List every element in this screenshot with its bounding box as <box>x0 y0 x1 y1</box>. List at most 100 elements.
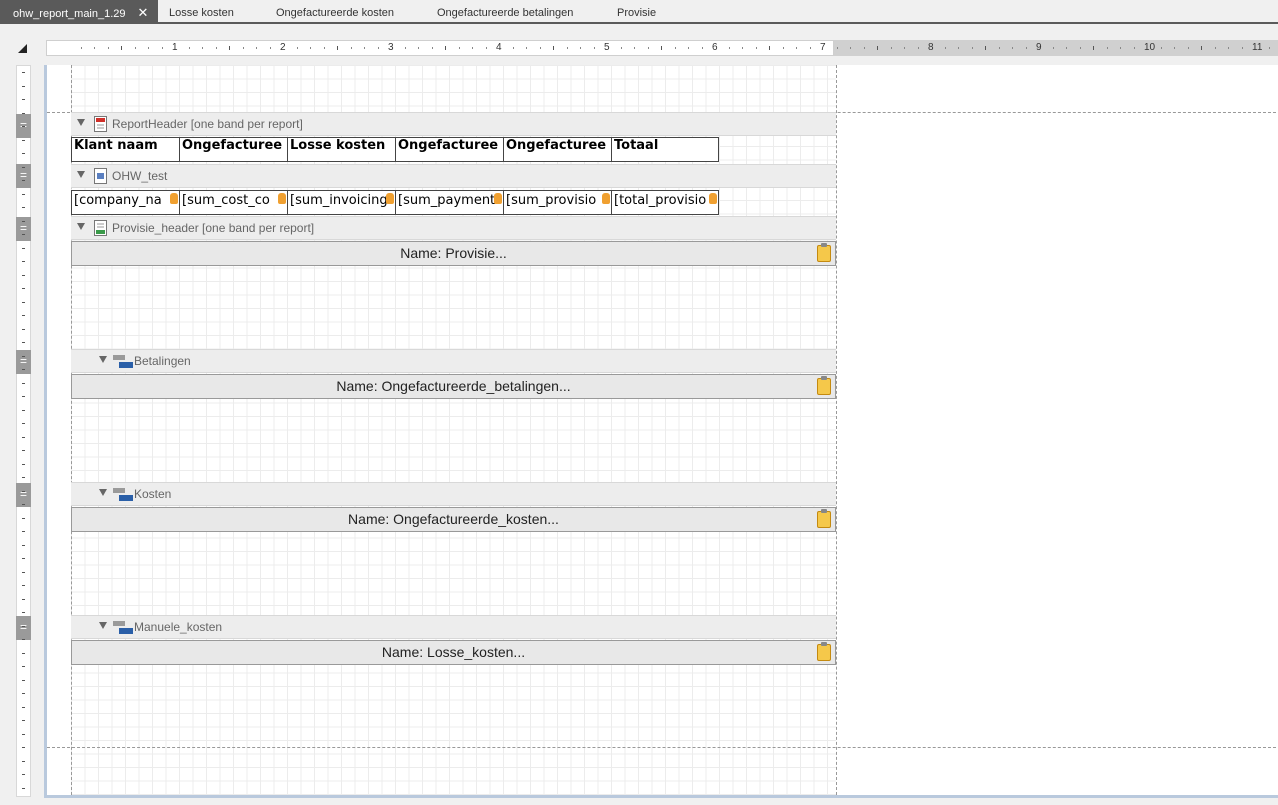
ruler-tick <box>593 47 595 49</box>
ruler-tick <box>22 126 25 127</box>
detail-report-band-icon <box>113 355 133 371</box>
ruler-tick <box>566 47 568 49</box>
tab-ongefactureerde-betalingen[interactable]: Ongefactureerde betalingen <box>437 0 573 22</box>
ruler-tick <box>809 47 811 49</box>
tab-provisie[interactable]: Provisie <box>617 0 656 22</box>
collapse-triangle-icon[interactable] <box>99 622 107 629</box>
ruler-tick <box>22 652 25 654</box>
ruler-tick <box>22 450 25 451</box>
subreport-betalingen[interactable]: Name: Ongefactureerde_betalingen... <box>71 374 836 399</box>
band-marker-betalingen[interactable]: = <box>16 350 31 374</box>
ruler-tick <box>904 47 905 49</box>
collapse-triangle-icon[interactable] <box>77 223 85 230</box>
clipboard-icon[interactable] <box>817 509 831 528</box>
ruler-tick <box>1201 46 1202 50</box>
ruler-tick <box>202 47 203 49</box>
clipboard-icon[interactable] <box>817 376 831 395</box>
band-report-header[interactable]: ReportHeader [one band per report] <box>71 112 836 136</box>
clipboard-icon[interactable] <box>817 642 831 661</box>
ruler-tick <box>1187 47 1189 49</box>
clipboard-icon[interactable] <box>817 243 831 262</box>
detail-report-band-icon <box>113 621 133 637</box>
close-icon[interactable]: ✕ <box>138 0 149 26</box>
band-kosten[interactable]: Kosten <box>71 482 836 506</box>
subreport-kosten[interactable]: Name: Ongefactureerde_kosten... <box>71 507 836 532</box>
ruler-tick <box>445 46 446 50</box>
band-label: ReportHeader [one band per report] <box>112 117 303 131</box>
ruler-tick <box>647 47 649 49</box>
tab-ongefactureerde-kosten[interactable]: Ongefactureerde kosten <box>276 0 394 22</box>
subreport-losse-kosten[interactable]: Name: Losse_kosten... <box>71 640 836 665</box>
data-field-cell[interactable]: [sum_payment <box>395 190 504 215</box>
ruler-tick <box>22 679 25 681</box>
band-marker-manuele-kosten[interactable]: = <box>16 616 31 640</box>
collapse-triangle-icon[interactable] <box>99 489 107 496</box>
ruler-tick <box>742 47 743 49</box>
header-cell[interactable]: Totaal <box>611 137 719 162</box>
ruler-tick <box>22 342 25 343</box>
ruler-tick <box>985 46 986 50</box>
header-cell[interactable]: Klant naam <box>71 137 180 162</box>
data-field-cell[interactable]: [total_provisio <box>611 190 719 215</box>
ruler-tick <box>485 47 487 49</box>
header-cell[interactable]: Losse kosten <box>287 137 396 162</box>
ruler-tick <box>22 733 25 735</box>
data-field-cell[interactable]: [company_na <box>71 190 180 215</box>
ruler-tick <box>1093 46 1094 50</box>
ruler-tick <box>161 47 163 49</box>
ruler-tick <box>22 301 25 303</box>
database-field-icon <box>494 193 502 204</box>
ruler-tick <box>22 693 25 694</box>
ruler-tick <box>1052 47 1054 49</box>
header-cell[interactable]: Ongefacturee <box>503 137 612 162</box>
ruler-number: 9 <box>1036 42 1042 53</box>
data-field-cell[interactable]: [sum_provisio <box>503 190 612 215</box>
ruler-tick <box>22 544 25 546</box>
ruler-tick <box>22 153 25 154</box>
field-text: [total_provisio <box>614 193 707 208</box>
header-cell[interactable]: Ongefacturee <box>395 137 504 162</box>
collapse-triangle-icon[interactable] <box>99 356 107 363</box>
ruler-tick <box>22 85 25 87</box>
band-manuele-kosten[interactable]: Manuele_kosten <box>71 615 836 639</box>
ruler-tick <box>22 288 25 289</box>
collapse-triangle-icon[interactable] <box>77 171 85 178</box>
ruler-tick <box>674 47 676 49</box>
ruler-tick <box>296 47 298 49</box>
ruler-tick <box>22 747 25 748</box>
band-provisie-header[interactable]: Provisie_header [one band per report] <box>71 216 836 240</box>
ruler-tick <box>1106 47 1108 49</box>
data-field-cell[interactable]: [sum_cost_co <box>179 190 288 215</box>
tab-ohw-report-main[interactable]: ohw_report_main_1.29 ✕ <box>0 0 158 22</box>
ruler-tick <box>917 47 919 49</box>
ruler-tick <box>22 382 25 384</box>
ruler-tick <box>215 47 217 49</box>
ruler-tick <box>22 774 25 775</box>
horizontal-ruler: 1 2 3 4 5 6 7 8 9 10 11 <box>46 40 1278 56</box>
ruler-tick <box>1133 47 1135 49</box>
document-tab-bar: ohw_report_main_1.29 ✕ Losse kosten Ongef… <box>0 0 1278 24</box>
ruler-tick <box>22 504 25 505</box>
ruler-tick <box>1160 47 1162 49</box>
ruler-tick <box>269 47 271 49</box>
ruler-corner[interactable] <box>14 40 32 56</box>
ruler-tick <box>22 517 25 519</box>
collapse-triangle-icon[interactable] <box>77 119 85 126</box>
ruler-tick <box>229 46 230 50</box>
ruler-tick <box>22 180 25 181</box>
subreport-provisie[interactable]: Name: Provisie... <box>71 241 836 266</box>
ruler-tick <box>22 423 25 424</box>
band-marker-detail[interactable]: = <box>16 164 31 188</box>
band-detail[interactable]: OHW_test <box>71 164 836 188</box>
data-field-cell[interactable]: [sum_invoicing <box>287 190 396 215</box>
header-cell[interactable]: Ongefacturee <box>179 137 288 162</box>
tab-losse-kosten[interactable]: Losse kosten <box>169 0 234 22</box>
report-design-surface[interactable]: ReportHeader [one band per report] Klant… <box>44 65 1278 798</box>
subreport-label: Name: Losse_kosten... <box>381 644 526 660</box>
tab-label: ohw_report_main_1.29 <box>13 8 126 20</box>
ruler-tick <box>539 47 541 49</box>
ruler-tick <box>404 47 406 49</box>
ruler-tick <box>620 47 622 49</box>
band-betalingen[interactable]: Betalingen <box>71 349 836 373</box>
ruler-tick <box>121 46 122 50</box>
